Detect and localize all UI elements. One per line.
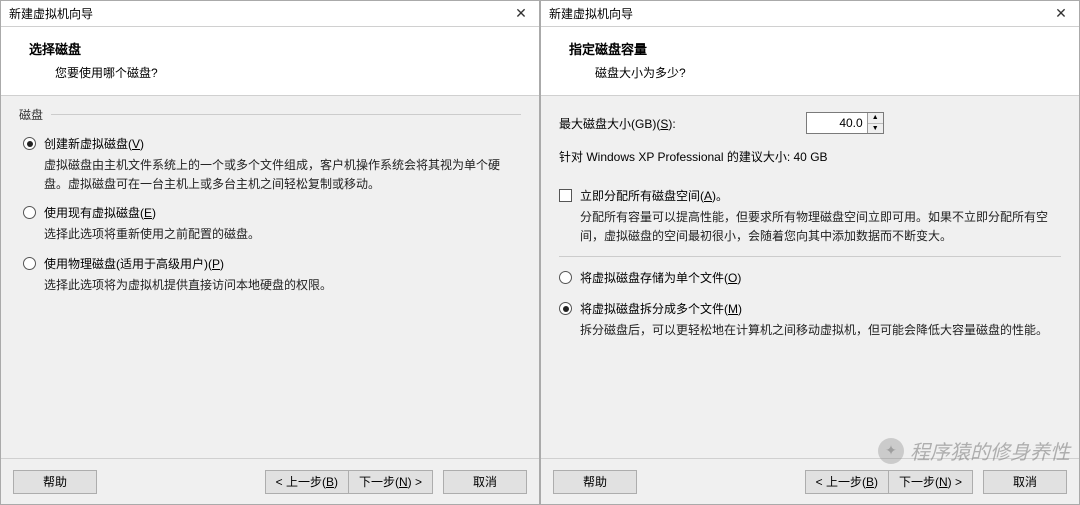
- radio-label: 将虚拟磁盘存储为单个文件(O): [580, 269, 741, 286]
- help-button[interactable]: 帮助: [553, 470, 637, 494]
- radio-use-existing-disk[interactable]: 使用现有虚拟磁盘(E): [23, 204, 519, 221]
- close-icon[interactable]: ✕: [509, 4, 533, 24]
- dialog-disk-capacity: 新建虚拟机向导 ✕ 指定磁盘容量 磁盘大小为多少? 最大磁盘大小(GB)(S):…: [540, 0, 1080, 505]
- option-description: 选择此选项将为虚拟机提供直接访问本地硬盘的权限。: [44, 276, 519, 295]
- cancel-button[interactable]: 取消: [983, 470, 1067, 494]
- radio-create-new-disk[interactable]: 创建新虚拟磁盘(V): [23, 135, 519, 152]
- header-block: 选择磁盘 您要使用哪个磁盘?: [1, 27, 539, 96]
- fieldset-legend: 磁盘: [19, 106, 49, 123]
- cancel-button[interactable]: 取消: [443, 470, 527, 494]
- option-description: 选择此选项将重新使用之前配置的磁盘。: [44, 225, 519, 244]
- page-title: 指定磁盘容量: [569, 39, 1063, 58]
- option-description: 拆分磁盘后，可以更轻松地在计算机之间移动虚拟机，但可能会降低大容量磁盘的性能。: [580, 321, 1061, 340]
- page-title: 选择磁盘: [29, 39, 523, 58]
- radio-label: 使用现有虚拟磁盘(E): [44, 204, 156, 221]
- radio-use-physical-disk[interactable]: 使用物理磁盘(适用于高级用户)(P): [23, 255, 519, 272]
- radio-icon: [23, 206, 36, 219]
- radio-icon: [23, 257, 36, 270]
- checkbox-label: 立即分配所有磁盘空间(A)。: [580, 187, 728, 204]
- disk-size-stepper[interactable]: ▲ ▼: [806, 112, 884, 134]
- help-button[interactable]: 帮助: [13, 470, 97, 494]
- header-block: 指定磁盘容量 磁盘大小为多少?: [541, 27, 1079, 96]
- page-subtitle: 您要使用哪个磁盘?: [29, 64, 523, 81]
- disk-size-input[interactable]: [807, 113, 867, 133]
- page-subtitle: 磁盘大小为多少?: [569, 64, 1063, 81]
- spinner-up-icon[interactable]: ▲: [868, 113, 883, 124]
- radio-icon: [559, 271, 572, 284]
- back-button[interactable]: < 上一步(B): [805, 470, 889, 494]
- window-title: 新建虚拟机向导: [549, 5, 633, 22]
- recommended-size-text: 针对 Windows XP Professional 的建议大小: 40 GB: [559, 148, 1061, 165]
- titlebar: 新建虚拟机向导 ✕: [1, 1, 539, 27]
- radio-split-multiple-files[interactable]: 将虚拟磁盘拆分成多个文件(M): [559, 300, 1061, 317]
- radio-label: 使用物理磁盘(适用于高级用户)(P): [44, 255, 224, 272]
- radio-icon: [559, 302, 572, 315]
- next-button[interactable]: 下一步(N) >: [888, 470, 973, 494]
- footer: 帮助 < 上一步(B) 下一步(N) > 取消: [1, 458, 539, 504]
- checkbox-allocate-now[interactable]: 立即分配所有磁盘空间(A)。: [559, 187, 1061, 204]
- max-size-row: 最大磁盘大小(GB)(S): ▲ ▼: [559, 112, 1061, 134]
- titlebar: 新建虚拟机向导 ✕: [541, 1, 1079, 27]
- content-area: 磁盘 创建新虚拟磁盘(V) 虚拟磁盘由主机文件系统上的一个或多个文件组成，客户机…: [1, 96, 539, 458]
- spinner-down-icon[interactable]: ▼: [868, 124, 883, 134]
- disk-fieldset: 磁盘 创建新虚拟磁盘(V) 虚拟磁盘由主机文件系统上的一个或多个文件组成，客户机…: [19, 114, 521, 295]
- footer: 帮助 < 上一步(B) 下一步(N) > 取消: [541, 458, 1079, 504]
- checkbox-icon: [559, 189, 572, 202]
- close-icon[interactable]: ✕: [1049, 4, 1073, 24]
- back-button[interactable]: < 上一步(B): [265, 470, 349, 494]
- option-description: 分配所有容量可以提高性能，但要求所有物理磁盘空间立即可用。如果不立即分配所有空间…: [580, 208, 1061, 246]
- dialog-select-disk: 新建虚拟机向导 ✕ 选择磁盘 您要使用哪个磁盘? 磁盘 创建新虚拟磁盘(V) 虚…: [0, 0, 540, 505]
- radio-icon: [23, 137, 36, 150]
- option-description: 虚拟磁盘由主机文件系统上的一个或多个文件组成，客户机操作系统会将其视为单个硬盘。…: [44, 156, 519, 194]
- window-title: 新建虚拟机向导: [9, 5, 93, 22]
- radio-label: 将虚拟磁盘拆分成多个文件(M): [580, 300, 742, 317]
- max-size-label: 最大磁盘大小(GB)(S):: [559, 115, 676, 132]
- radio-label: 创建新虚拟磁盘(V): [44, 135, 144, 152]
- radio-store-single-file[interactable]: 将虚拟磁盘存储为单个文件(O): [559, 269, 1061, 286]
- next-button[interactable]: 下一步(N) >: [348, 470, 433, 494]
- content-area: 最大磁盘大小(GB)(S): ▲ ▼ 针对 Windows XP Profess…: [541, 96, 1079, 458]
- divider: [559, 256, 1061, 257]
